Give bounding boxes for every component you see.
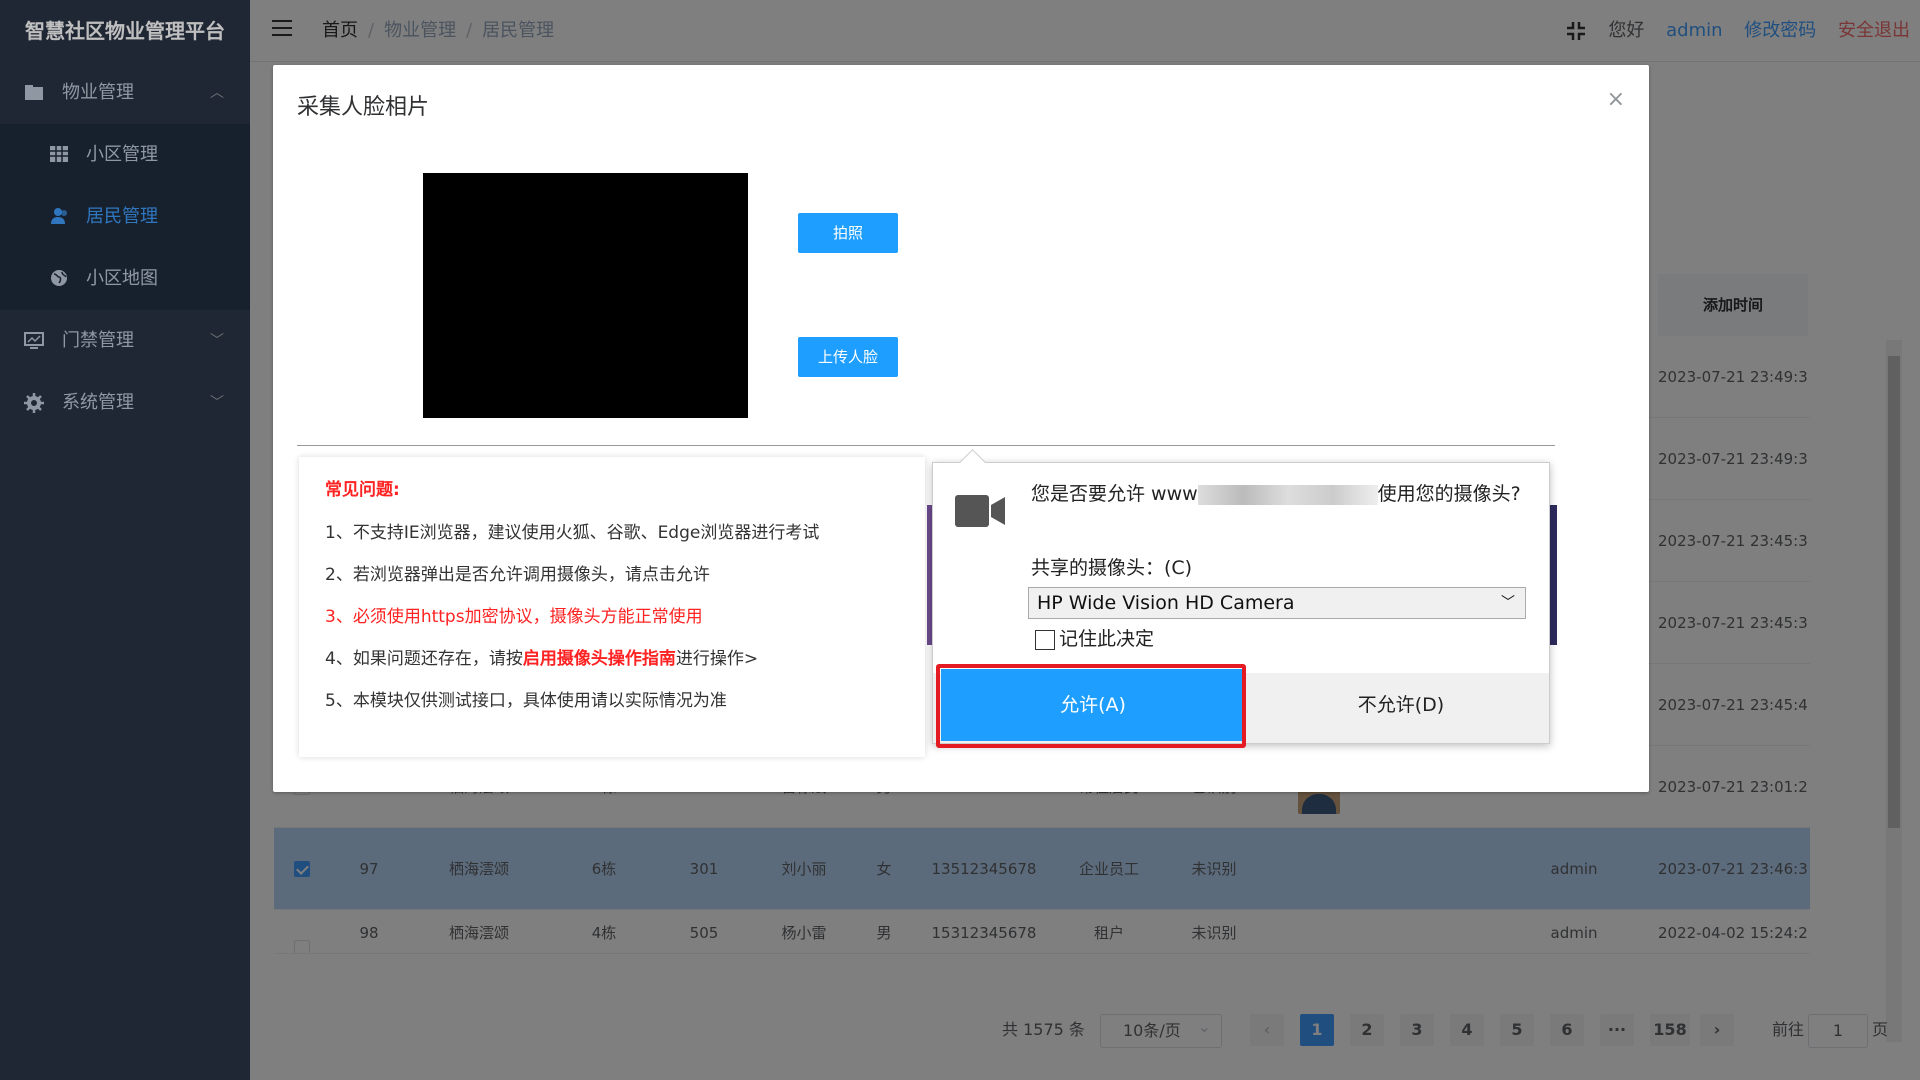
- blurred-domain: [1197, 484, 1378, 505]
- highlight-box: [936, 664, 1246, 748]
- modal-overlay-sidebar: [0, 0, 250, 1080]
- modal-overlay-header: [250, 0, 1920, 62]
- faq-item-suffix: 进行操作>: [675, 649, 759, 669]
- camera-select-label: 共享的摄像头：(C): [1031, 557, 1193, 579]
- deny-button[interactable]: 不允许(D): [1253, 669, 1549, 741]
- close-icon[interactable]: ×: [1607, 87, 1625, 112]
- faq-item-prefix: 4、如果问题还存在，请按: [325, 649, 523, 669]
- faq-item: 5、本模块仅供测试接口，具体使用请以实际情况为准: [325, 691, 727, 711]
- video-camera-icon: [955, 495, 1005, 527]
- divider: [297, 445, 1555, 446]
- camera-preview: [423, 173, 748, 418]
- camera-select-value: HP Wide Vision HD Camera: [1037, 592, 1295, 614]
- remember-decision-checkbox[interactable]: 记住此决定: [1035, 627, 1154, 651]
- checkbox-box[interactable]: [1035, 629, 1055, 650]
- permission-question-suffix: 使用您的摄像头?: [1377, 483, 1521, 505]
- faq-item-guide: 4、如果问题还存在，请按启用摄像头操作指南进行操作>: [325, 644, 899, 669]
- faq-panel: 常见问题: 1、不支持IE浏览器，建议使用火狐、谷歌、Edge浏览器进行考试 2…: [299, 457, 925, 757]
- faq-title: 常见问题:: [325, 480, 400, 500]
- decorative-bar: [1549, 505, 1557, 645]
- remember-label: 记住此决定: [1059, 628, 1155, 650]
- permission-question: 您是否要允许 www 使用您的摄像头?: [1031, 481, 1531, 507]
- camera-guide-link[interactable]: 启用摄像头操作指南: [523, 649, 676, 669]
- faq-item: 2、若浏览器弹出是否允许调用摄像头，请点击允许: [325, 565, 710, 585]
- upload-face-button[interactable]: 上传人脸: [798, 337, 898, 377]
- chevron-down-icon: ﹀: [1501, 595, 1515, 611]
- faq-item: 3、必须使用https加密协议，摄像头方能正常使用: [325, 607, 703, 627]
- permission-question-prefix: 您是否要允许 www: [1031, 483, 1198, 505]
- camera-select[interactable]: HP Wide Vision HD Camera ﹀: [1028, 587, 1526, 619]
- faq-item: 1、不支持IE浏览器，建议使用火狐、谷歌、Edge浏览器进行考试: [325, 523, 820, 543]
- take-photo-button[interactable]: 拍照: [798, 213, 898, 253]
- dialog-title: 采集人脸相片: [297, 95, 430, 120]
